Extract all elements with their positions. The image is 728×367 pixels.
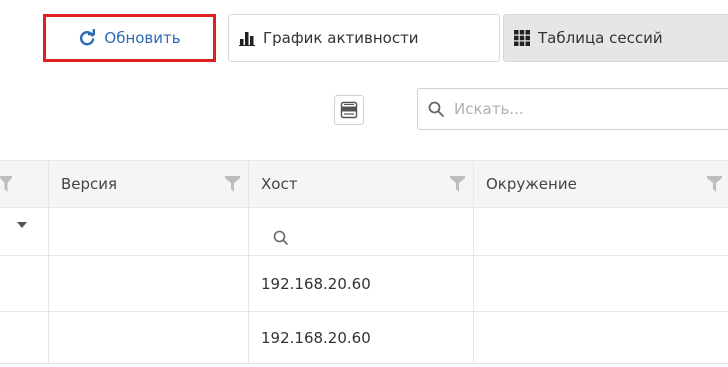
search-icon (428, 101, 444, 117)
sessions-table-label: Таблица сессий (538, 29, 663, 47)
sessions-table-button[interactable]: Таблица сессий (503, 14, 728, 62)
refresh-icon (80, 29, 96, 46)
excel-export-button[interactable] (334, 95, 364, 125)
filter-cell-version[interactable] (49, 208, 249, 255)
version-cell (49, 312, 249, 363)
excel-export-icon (340, 101, 358, 119)
column-header-environment[interactable]: Окружение (474, 161, 728, 207)
sessions-grid: Версия Хост Окружение 192.168.20.60 192.… (0, 160, 728, 367)
row-selector-cell[interactable] (0, 256, 49, 311)
grid-icon (514, 30, 530, 46)
search-box (417, 88, 728, 130)
environment-cell (474, 312, 728, 363)
column-title-host: Хост (261, 175, 298, 193)
header-row: Версия Хост Окружение (0, 160, 728, 208)
row-selector-cell[interactable] (0, 312, 49, 363)
funnel-filter-icon[interactable] (707, 176, 722, 192)
host-value: 192.168.20.60 (261, 328, 371, 347)
filter-cell-selector[interactable] (0, 208, 49, 255)
activity-chart-button[interactable]: График активности (228, 14, 500, 62)
activity-chart-label: График активности (263, 29, 419, 47)
host-cell: 192.168.20.60 (249, 312, 474, 363)
funnel-filter-icon[interactable] (225, 176, 240, 192)
column-title-version: Версия (61, 175, 118, 193)
host-cell: 192.168.20.60 (249, 256, 474, 311)
table-row[interactable]: 192.168.20.60 (0, 256, 728, 312)
version-cell (49, 256, 249, 311)
refresh-label: Обновить (104, 29, 181, 47)
bar-chart-icon (239, 32, 255, 46)
toolbar: Обновить График активности Таблица сесси… (0, 0, 728, 160)
refresh-button[interactable]: Обновить (43, 14, 216, 62)
host-value: 192.168.20.60 (261, 274, 371, 293)
environment-cell (474, 256, 728, 311)
funnel-filter-icon[interactable] (450, 176, 465, 192)
funnel-filter-icon[interactable] (0, 176, 12, 192)
filter-row (0, 208, 728, 256)
column-header-version[interactable]: Версия (49, 161, 249, 207)
column-title-environment: Окружение (486, 175, 577, 193)
search-input[interactable] (454, 100, 714, 118)
caret-down-icon[interactable] (17, 221, 27, 228)
filter-cell-environment[interactable] (474, 208, 728, 255)
column-header-host[interactable]: Хост (249, 161, 474, 207)
search-icon (273, 230, 288, 245)
header-cell-selector (0, 161, 49, 207)
filter-cell-host[interactable] (249, 208, 474, 255)
table-row[interactable]: 192.168.20.60 (0, 312, 728, 364)
